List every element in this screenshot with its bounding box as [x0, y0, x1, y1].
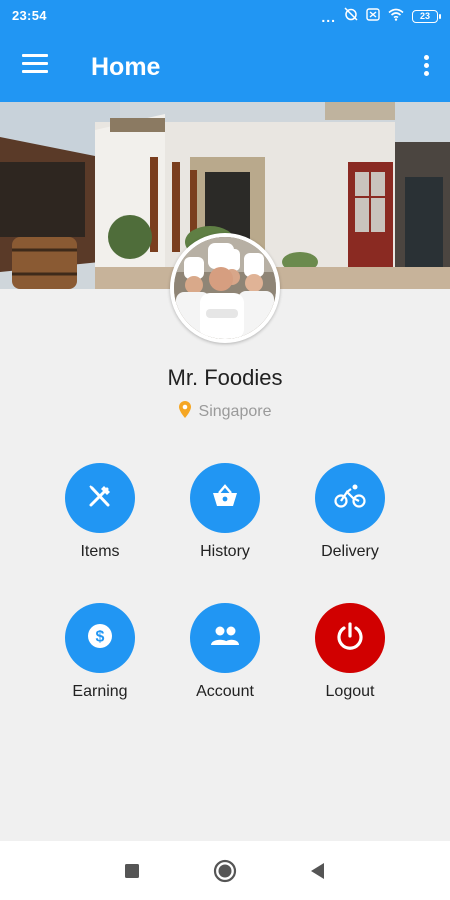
sim-icon — [366, 7, 380, 26]
basket-icon — [211, 483, 239, 513]
status-bar: 23:54 ... 23 — [0, 0, 450, 31]
logout-circle[interactable] — [315, 603, 385, 673]
fork-knife-icon — [87, 483, 113, 514]
people-icon — [210, 625, 240, 652]
status-icons: ... 23 — [321, 7, 441, 26]
delivery-button[interactable]: Delivery — [290, 463, 410, 573]
history-label: History — [200, 543, 250, 560]
logout-button[interactable]: Logout — [290, 603, 410, 713]
logout-label: Logout — [325, 683, 375, 700]
power-icon — [335, 621, 365, 656]
items-circle[interactable] — [65, 463, 135, 533]
status-time: 23:54 — [12, 8, 47, 23]
earning-circle[interactable]: $ — [65, 603, 135, 673]
notification-dots: ... — [321, 8, 336, 25]
wifi-icon — [388, 8, 404, 26]
profile-location: Singapore — [0, 401, 450, 423]
battery-icon: 23 — [412, 10, 441, 23]
profile-name: Mr. Foodies — [167, 365, 283, 390]
items-button[interactable]: Items — [40, 463, 160, 573]
svg-text:$: $ — [96, 628, 105, 645]
account-circle[interactable] — [190, 603, 260, 673]
recents-icon[interactable] — [120, 859, 144, 883]
account-button[interactable]: Account — [165, 603, 285, 713]
location-text: Singapore — [198, 403, 272, 420]
location-pin-icon — [178, 401, 191, 423]
back-icon[interactable] — [306, 859, 330, 883]
hamburger-menu-icon[interactable] — [22, 54, 48, 74]
items-label: Items — [80, 543, 120, 560]
dollar-icon: $ — [87, 623, 113, 654]
system-nav-bar — [0, 841, 450, 900]
delivery-label: Delivery — [321, 543, 379, 560]
profile-avatar — [170, 233, 280, 343]
history-button[interactable]: History — [165, 463, 285, 573]
app-bar: Home — [0, 31, 450, 102]
home-icon[interactable] — [213, 859, 237, 883]
earning-label: Earning — [72, 683, 128, 700]
page-title: Home — [91, 53, 161, 81]
more-vert-icon[interactable] — [424, 55, 430, 77]
account-label: Account — [196, 683, 254, 700]
bicycle-icon — [334, 483, 366, 514]
history-circle[interactable] — [190, 463, 260, 533]
alarm-off-icon — [344, 7, 358, 26]
delivery-circle[interactable] — [315, 463, 385, 533]
earning-button[interactable]: $ Earning — [40, 603, 160, 713]
